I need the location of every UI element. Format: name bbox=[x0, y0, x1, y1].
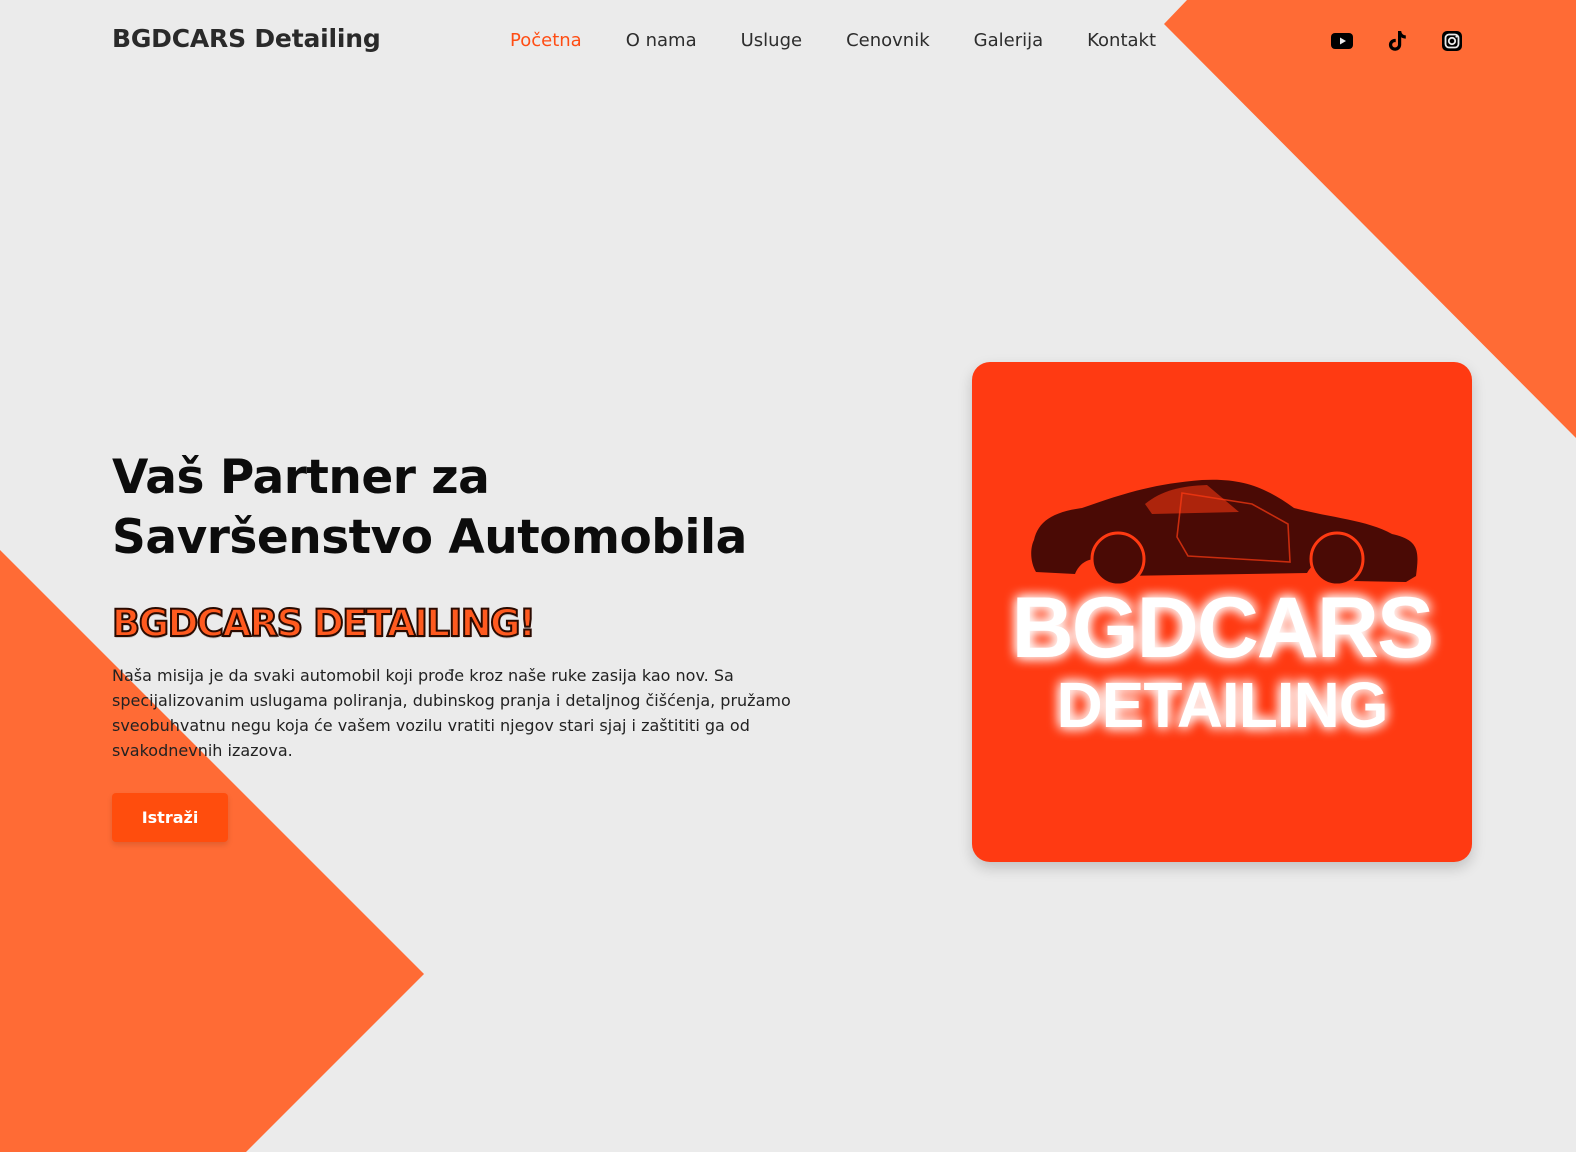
nav-item-pocetna[interactable]: Početna bbox=[510, 30, 582, 51]
nav-item-o-nama[interactable]: O nama bbox=[626, 30, 697, 51]
hero-section: Vaš Partner za Savršenstvo Automobila BG… bbox=[111, 448, 812, 842]
hero-description: Naša misija je da svaki automobil koji p… bbox=[112, 666, 791, 760]
social-links bbox=[1330, 29, 1464, 53]
brand-logo-text[interactable]: BGDCARS Detailing bbox=[112, 24, 381, 53]
tiktok-icon[interactable] bbox=[1385, 29, 1409, 53]
explore-button[interactable]: Istraži bbox=[112, 793, 228, 842]
hero-title-line-1: Vaš Partner za bbox=[112, 450, 490, 505]
hero-title: Vaš Partner za Savršenstvo Automobila bbox=[112, 448, 812, 568]
hero-brand-tagline: BGDCARS DETAILING! bbox=[111, 601, 537, 646]
page: BGDCARS Detailing Početna O nama Usluge … bbox=[0, 0, 1576, 1152]
nav-item-usluge[interactable]: Usluge bbox=[741, 30, 802, 51]
hero-title-line-2: Savršenstvo Automobila bbox=[112, 510, 747, 565]
site-header: BGDCARS Detailing Početna O nama Usluge … bbox=[0, 0, 1576, 82]
brand-logo-card: BGDCARS DETAILING bbox=[972, 362, 1472, 862]
logo-text-line-2: DETAILING bbox=[1056, 669, 1387, 741]
youtube-icon[interactable] bbox=[1330, 29, 1354, 53]
logo-illustration: BGDCARS DETAILING bbox=[1012, 479, 1434, 741]
logo-text-line-1: BGDCARS bbox=[1012, 580, 1433, 676]
main-nav: Početna O nama Usluge Cenovnik Galerija … bbox=[510, 30, 1156, 51]
car-silhouette-icon bbox=[1031, 479, 1418, 587]
nav-item-galerija[interactable]: Galerija bbox=[974, 30, 1044, 51]
nav-item-kontakt[interactable]: Kontakt bbox=[1087, 30, 1156, 51]
instagram-icon[interactable] bbox=[1440, 29, 1464, 53]
nav-item-cenovnik[interactable]: Cenovnik bbox=[846, 30, 930, 51]
